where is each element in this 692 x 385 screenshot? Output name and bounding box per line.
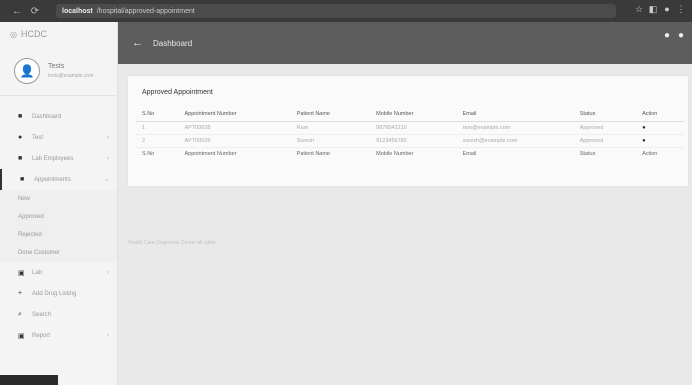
browser-toolbar: ← ⟳ localhost /hospital/approved-appoint… (0, 0, 692, 22)
building-icon: ▣ (18, 269, 25, 277)
submenu-done-customer[interactable]: Done Customer (0, 244, 117, 262)
calendar-icon: ■ (20, 176, 25, 183)
brand[interactable]: ◎ HCDC (0, 22, 117, 46)
cell-email: suresh@example.com (456, 134, 574, 148)
chevron-right-icon: › (107, 155, 109, 162)
column-header: Patient Name (290, 108, 371, 122)
back-icon[interactable]: ← (10, 6, 24, 17)
appointments-submenu: New Approved Rejected Done Customer (0, 190, 117, 262)
column-header: Mobile Number (370, 108, 457, 122)
reload-icon[interactable]: ⟳ (28, 6, 42, 17)
sidebar-menu: ■ Dashboard ● Test › ■ Lab Employees › ■… (0, 106, 117, 346)
bookmark-icon[interactable]: ☆ (632, 4, 646, 15)
extension-icon[interactable]: ◧ (646, 4, 660, 15)
appointments-table: S.No Appointment Number Patient Name Mob… (136, 108, 684, 160)
column-footer: S.No (142, 150, 155, 157)
view-icon[interactable]: ● (636, 134, 684, 148)
cell-mobile: 9876543210 (370, 121, 457, 135)
user-panel: 👤 Tests tests@example.com (0, 46, 117, 96)
sidebar-item-label: Report (32, 332, 51, 339)
sidebar-item-lab-employees[interactable]: ■ Lab Employees › (0, 148, 117, 169)
cell-appointment-number: APT00028 (178, 121, 291, 135)
sidebar-item-label: Lab Employees (32, 155, 74, 162)
column-footer: Mobile Number (376, 150, 414, 157)
table-footer-row: S.No Appointment Number Patient Name Mob… (136, 147, 684, 160)
avatar: 👤 (14, 57, 40, 84)
sidebar-item-test[interactable]: ● Test › (0, 127, 117, 148)
cell-mobile: 9123456780 (370, 134, 457, 148)
cell-sno: 1 (136, 121, 179, 135)
sidebar-bottom-tab (0, 375, 58, 385)
user-name: Tests (48, 62, 65, 70)
column-header: Email (456, 108, 574, 122)
report-icon: ▣ (18, 332, 25, 340)
sidebar-item-add-drug-listing[interactable]: + Add Drug Listing (0, 283, 117, 304)
top-navbar: ← Dashboard ● ● (118, 22, 692, 64)
sidebar-item-lab[interactable]: ▣ Lab › (0, 262, 117, 283)
chevron-right-icon: › (107, 269, 109, 276)
table-row: 1 APT00028 Ram 9876543210 ram@example.co… (136, 121, 684, 135)
profile-icon[interactable]: ● (660, 4, 674, 15)
cell-appointment-number: APT00029 (178, 134, 291, 148)
sidebar-item-label: Search (32, 311, 52, 318)
sidebar-item-label: Test (32, 134, 44, 141)
address-bar[interactable]: localhost /hospital/approved-appointment (56, 4, 616, 18)
cell-status: Approved (573, 134, 637, 148)
sidebar-item-dashboard[interactable]: ■ Dashboard (0, 106, 117, 127)
cell-sno: 2 (136, 134, 179, 148)
cell-email: ram@example.com (456, 121, 574, 135)
sidebar-item-label: Dashboard (32, 113, 62, 120)
footer-text: Health Care Diagnostic Center all rights (128, 240, 216, 246)
column-footer: Appointment Number (184, 150, 237, 157)
url-path: /hospital/approved-appointment (96, 7, 195, 15)
submenu-new[interactable]: New (0, 190, 117, 208)
menu-icon[interactable]: ⋮ (674, 4, 688, 15)
flask-icon: ● (18, 134, 23, 141)
sidebar-item-label: Lab (32, 269, 43, 276)
users-icon: ■ (18, 155, 23, 162)
sidebar-item-search[interactable]: ⌕ Search (0, 304, 117, 325)
back-arrow-icon[interactable]: ← (132, 37, 143, 49)
sidebar-item-appointments[interactable]: ■ Appointments ⌄ (0, 169, 117, 190)
submenu-rejected[interactable]: Rejected (0, 226, 117, 244)
appointments-card: Approved Appointment S.No Appointment Nu… (128, 76, 688, 186)
browser-actions: ☆ ◧ ● ⋮ (632, 4, 688, 15)
sidebar-item-label: Add Drug Listing (32, 290, 77, 297)
home-icon: ■ (18, 113, 23, 120)
sidebar-item-report[interactable]: ▣ Report › (0, 325, 117, 346)
notification-icon[interactable]: ● (660, 30, 674, 41)
chevron-down-icon: ⌄ (103, 177, 109, 183)
column-header: Appointment Number (178, 108, 291, 122)
cell-patient-name: Ram (290, 121, 371, 135)
logo-icon: ◎ (10, 29, 17, 39)
column-header: S.No (136, 108, 179, 122)
sidebar-item-label: Appointments (34, 176, 71, 183)
url-host: localhost (62, 7, 93, 15)
column-footer: Patient Name (296, 150, 330, 157)
chevron-right-icon: › (107, 134, 109, 141)
user-icon: 👤 (19, 63, 35, 78)
column-footer: Action (642, 150, 658, 157)
sidebar: ◎ HCDC 👤 Tests tests@example.com ■ Dashb… (0, 22, 118, 385)
cell-status: Approved (573, 121, 637, 135)
submenu-approved[interactable]: Approved (0, 208, 117, 226)
cell-patient-name: Suresh (290, 134, 371, 148)
search-icon: ⌕ (18, 310, 22, 318)
column-header: Status (573, 108, 637, 122)
page-title: Dashboard (153, 38, 193, 48)
table-header-row: S.No Appointment Number Patient Name Mob… (136, 108, 684, 122)
column-footer: Status (579, 150, 596, 157)
user-email: tests@example.com (48, 72, 94, 79)
main-content: Approved Appointment S.No Appointment Nu… (118, 64, 692, 385)
table-row: 2 APT00029 Suresh 9123456780 suresh@exam… (136, 134, 684, 148)
brand-name: HCDC (20, 29, 47, 39)
card-title: Approved Appointment (142, 89, 213, 96)
user-menu-icon[interactable]: ● (674, 30, 688, 41)
column-footer: Email (462, 150, 477, 157)
top-nav-actions: ● ● (660, 30, 688, 41)
view-icon[interactable]: ● (636, 121, 684, 135)
column-header: Action (636, 108, 684, 122)
chevron-right-icon: › (107, 332, 109, 339)
plus-icon: + (18, 290, 23, 297)
